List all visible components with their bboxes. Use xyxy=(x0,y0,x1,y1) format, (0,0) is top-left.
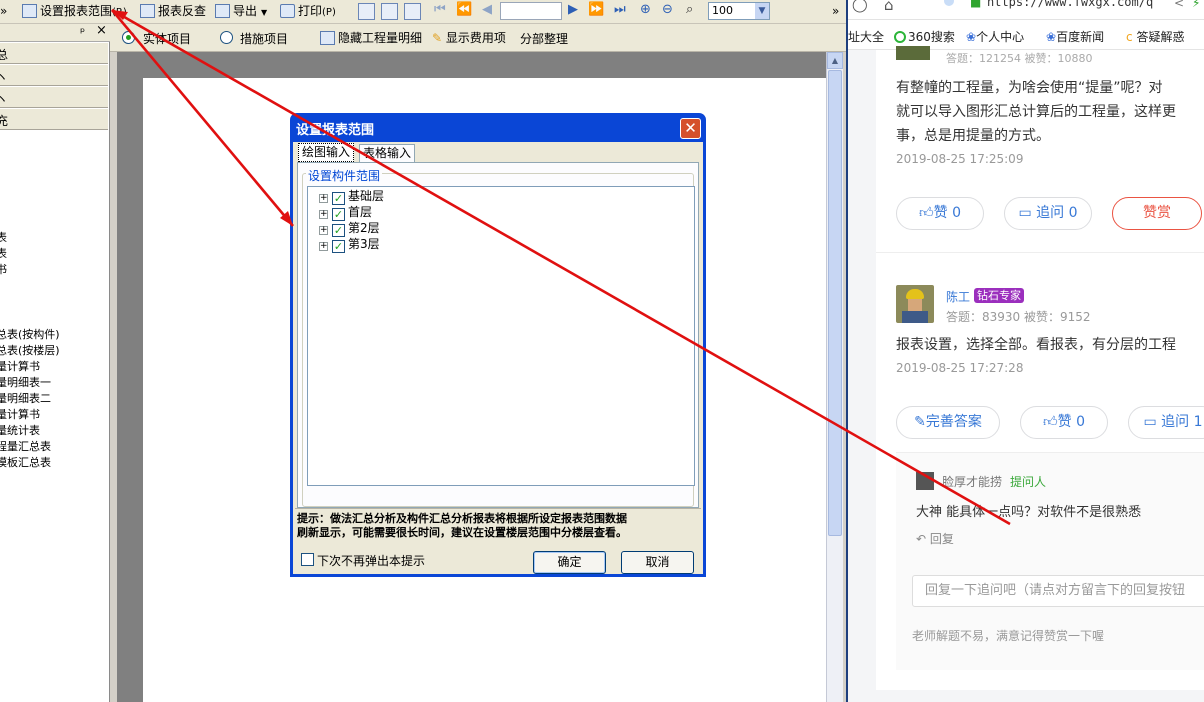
annotation-arrow-line xyxy=(111,9,294,227)
annotation-arrow-line xyxy=(111,8,1011,526)
annotation-arrows xyxy=(111,8,1011,526)
